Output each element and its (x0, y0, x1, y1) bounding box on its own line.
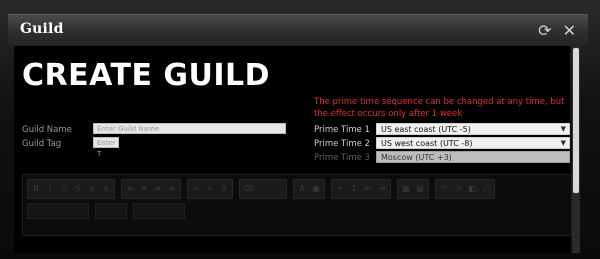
prime-time-1-select[interactable]: US east coast (UTC -5) ▼ (376, 123, 570, 135)
prime-time-2-select[interactable]: US west coast (UTC -8) ▼ (376, 137, 570, 149)
unlink-icon[interactable]: ∝ (205, 184, 215, 194)
close-icon[interactable]: ✕ (563, 21, 576, 40)
prime-time-notice: The prime time sequence can be changed a… (314, 97, 565, 119)
misc-group: ↶ ↷ ◧ ⤢ (435, 179, 495, 199)
link-icon[interactable]: ∞ (191, 184, 201, 194)
description-editor[interactable]: B I U S x x ≡ ≡ ≡ ≡ ∞ ∝ ⚓ ⌫ A ▣ • 1 ⇤ ⇥ … (22, 174, 572, 236)
editor-toolbar: B I U S x x ≡ ≡ ≡ ≡ ∞ ∝ ⚓ ⌫ A ▣ • 1 ⇤ ⇥ … (27, 179, 495, 199)
bg-color-icon[interactable]: ▣ (311, 184, 321, 194)
numbered-list-icon[interactable]: 1 (349, 184, 359, 194)
prime-time-3-value: Moscow (UTC +3) (381, 153, 452, 162)
prime-time-2-value: US west coast (UTC -8) (381, 139, 473, 148)
font-family-select[interactable] (27, 203, 89, 219)
bold-icon[interactable]: B (31, 184, 41, 194)
chevron-down-icon: ▼ (560, 125, 566, 133)
chevron-down-icon: ▼ (560, 139, 566, 147)
paragraph-format-select[interactable] (133, 203, 185, 219)
text-style-group: B I U S x x (27, 179, 115, 199)
guild-tag-label: Guild Tag (22, 139, 62, 149)
guild-name-label: Guild Name (22, 125, 72, 135)
align-left-icon[interactable]: ≡ (125, 184, 135, 194)
text-color-icon[interactable]: A (297, 184, 307, 194)
outdent-icon[interactable]: ⇤ (363, 184, 373, 194)
clear-format-icon[interactable]: ⌫ (243, 184, 254, 194)
anchor-icon[interactable]: ⚓ (219, 184, 229, 194)
subscript-icon[interactable]: x (87, 184, 97, 194)
guild-window: Guild ⟳ ✕ CREATE GUILD The prime time se… (0, 0, 600, 259)
format-group: ⌫ (239, 179, 287, 199)
color-group: A ▣ (293, 179, 325, 199)
scrollbar[interactable] (572, 46, 580, 253)
prime-time-1-label: Prime Time 1 (314, 125, 370, 135)
scrollbar-thumb[interactable] (573, 48, 579, 193)
strikethrough-icon[interactable]: S (73, 184, 83, 194)
justify-icon[interactable]: ≡ (167, 184, 177, 194)
superscript-icon[interactable]: x (101, 184, 111, 194)
link-group: ∞ ∝ ⚓ (187, 179, 233, 199)
guild-name-input[interactable]: Enter Guild Name (93, 123, 286, 134)
list-group: • 1 ⇤ ⇥ (331, 179, 391, 199)
font-size-select[interactable] (95, 203, 127, 219)
prime-time-3-select: Moscow (UTC +3) (376, 151, 570, 163)
page-title: CREATE GUILD (22, 58, 271, 93)
prime-time-3-label: Prime Time 3 (314, 153, 370, 163)
source-icon[interactable]: ◧ (467, 184, 477, 194)
title-bar[interactable]: Guild ⟳ ✕ (8, 14, 588, 45)
bullet-list-icon[interactable]: • (335, 184, 345, 194)
italic-icon[interactable]: I (45, 184, 55, 194)
underline-icon[interactable]: U (59, 184, 69, 194)
guild-tag-input[interactable]: Enter T (93, 137, 119, 158)
prime-time-2-label: Prime Time 2 (314, 139, 370, 149)
refresh-icon[interactable]: ⟳ (538, 21, 551, 40)
fullscreen-icon[interactable]: ⤢ (481, 184, 491, 194)
editor-toolbar-row-2 (27, 203, 185, 219)
prime-time-1-value: US east coast (UTC -5) (381, 125, 471, 134)
window-title: Guild (20, 21, 64, 37)
guild-name-placeholder: Enter Guild Name (97, 125, 160, 133)
align-right-icon[interactable]: ≡ (153, 184, 163, 194)
image-icon[interactable]: ▦ (401, 184, 411, 194)
align-center-icon[interactable]: ≡ (139, 184, 149, 194)
table-icon[interactable]: ▤ (415, 184, 425, 194)
align-group: ≡ ≡ ≡ ≡ (121, 179, 181, 199)
indent-icon[interactable]: ⇥ (377, 184, 387, 194)
undo-icon[interactable]: ↶ (439, 184, 449, 194)
media-group: ▦ ▤ (397, 179, 429, 199)
redo-icon[interactable]: ↷ (453, 184, 463, 194)
